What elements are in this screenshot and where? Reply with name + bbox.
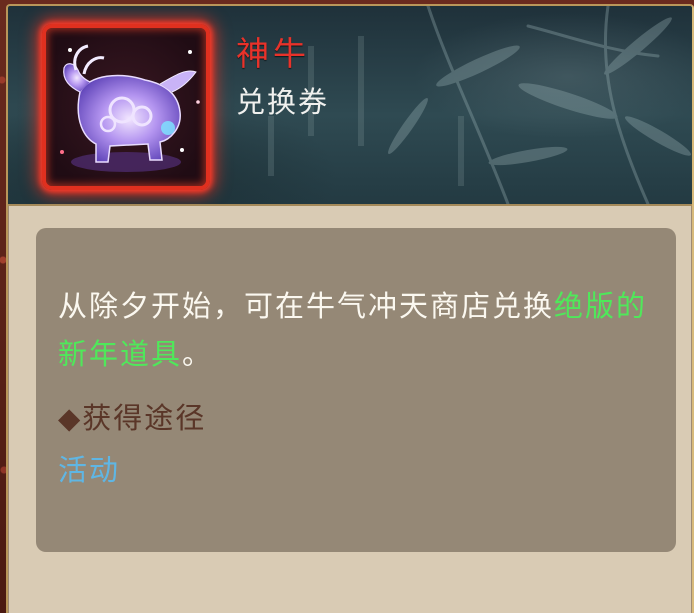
golden-ox-figurine-icon xyxy=(60,44,200,172)
item-title-block: 神牛 兑换券 xyxy=(236,34,329,120)
description-end: 。 xyxy=(182,337,214,371)
item-icon-frame xyxy=(42,24,210,190)
item-description-box: 从除夕开始，可在牛气冲天商店兑换绝版的新年道具。 ◆获得途径 活动 xyxy=(36,228,676,552)
acquisition-link[interactable]: 活动 xyxy=(58,450,120,490)
item-name: 神牛 xyxy=(236,34,310,73)
description-text: 从除夕开始，可在牛气冲天商店兑换 xyxy=(58,289,555,323)
item-type: 兑换券 xyxy=(236,85,330,119)
acquisition-title: ◆获得途径 xyxy=(58,401,207,435)
item-header: 神牛 兑换券 xyxy=(8,6,692,206)
game-screen: 神牛 兑换券 从除夕开始，可在牛气冲天商店兑换绝版的新年道具。 ◆获得途径 活动 xyxy=(0,0,694,613)
item-description: 从除夕开始，可在牛气冲天商店兑换绝版的新年道具。 xyxy=(58,282,658,378)
item-tooltip-panel: 神牛 兑换券 从除夕开始，可在牛气冲天商店兑换绝版的新年道具。 ◆获得途径 活动 xyxy=(6,4,694,613)
